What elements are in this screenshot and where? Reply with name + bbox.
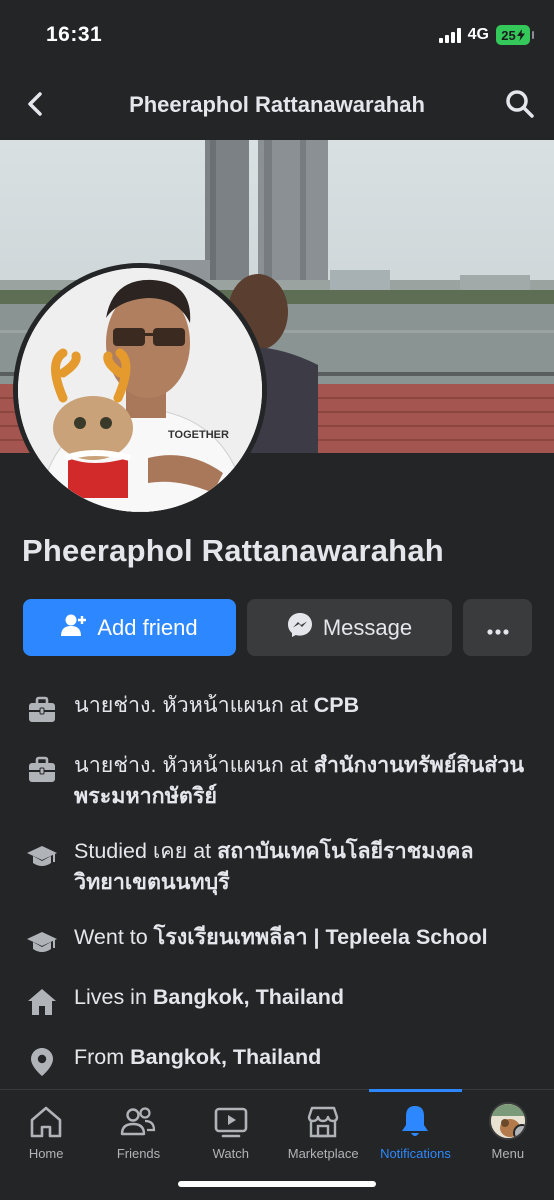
tab-menu[interactable]: Menu [462, 1090, 554, 1170]
header-title: Pheeraphol Rattanawarahah [129, 92, 425, 117]
tab-label: Marketplace [287, 1146, 359, 1161]
more-options-button[interactable] [463, 599, 532, 656]
status-indicators: 4G 25 [438, 25, 534, 45]
detail-prefix: From [74, 1045, 131, 1069]
battery-icon: 25 [496, 25, 534, 45]
signal-icon [438, 27, 461, 43]
detail-work-1: นายช่าง. หัวหน้าแผนก at CPB [26, 690, 536, 726]
tab-friends[interactable]: Friends [92, 1090, 184, 1170]
battery-level: 25 [501, 27, 516, 43]
home-indicator[interactable] [178, 1181, 376, 1187]
tab-watch[interactable]: Watch [185, 1090, 277, 1170]
tab-label: Menu [491, 1146, 525, 1161]
detail-education-2: Went to โรงเรียนเทพลีลา | Tepleela Schoo… [26, 922, 536, 958]
detail-prefix: Studied เคย at [74, 839, 218, 863]
svg-text:TOGETHER: TOGETHER [168, 429, 229, 441]
add-friend-icon [61, 613, 87, 643]
profile-name: Pheeraphol Rattanawarahah [22, 533, 444, 568]
graduation-cap-icon [26, 840, 58, 872]
messenger-icon [287, 612, 313, 644]
detail-text: นายช่าง. หัวหน้าแผนก at สำนักงานทรัพย์สิ… [74, 750, 536, 812]
detail-value[interactable]: Bangkok, Thailand [153, 985, 344, 1009]
message-label: Message [322, 614, 413, 640]
graduation-cap-icon [26, 926, 58, 958]
bottom-tab-bar: Home Friends Watch Marketplace Notificat… [0, 1089, 554, 1200]
tab-marketplace[interactable]: Marketplace [277, 1090, 369, 1170]
message-button[interactable]: Message [247, 599, 452, 656]
detail-value[interactable]: CPB [314, 693, 359, 717]
profile-actions: Add friend Message [23, 599, 532, 656]
detail-text: Studied เคย at สถาบันเทคโนโลยีราชมงคลวิท… [74, 836, 536, 898]
home-tab-icon [26, 1102, 66, 1142]
briefcase-icon [26, 694, 58, 726]
detail-prefix: Went to [74, 925, 154, 949]
home-icon [26, 986, 58, 1018]
tab-notifications[interactable]: Notifications [369, 1089, 462, 1170]
back-arrow-icon[interactable] [18, 86, 54, 122]
tab-label: Notifications [380, 1146, 451, 1161]
profile-header: Pheeraphol Rattanawarahah [0, 76, 554, 134]
profile-avatar[interactable]: TOGETHER [13, 263, 267, 517]
status-bar: 16:31 4G 25 [0, 0, 554, 70]
detail-value[interactable]: Bangkok, Thailand [130, 1045, 321, 1069]
tab-label: Friends [116, 1146, 161, 1161]
detail-prefix: Lives in [74, 985, 153, 1009]
tab-label: Home [28, 1146, 64, 1161]
marketplace-tab-icon [303, 1102, 343, 1142]
detail-lives-in: Lives in Bangkok, Thailand [26, 982, 536, 1018]
network-type: 4G [467, 26, 489, 43]
detail-text: นายช่าง. หัวหน้าแผนก at CPB [74, 690, 359, 721]
add-friend-label: Add friend [97, 614, 198, 640]
tab-label: Watch [212, 1146, 249, 1161]
detail-text: Went to โรงเรียนเทพลีลา | Tepleela Schoo… [74, 922, 488, 953]
more-dots-icon [486, 615, 509, 641]
menu-badge-icon [512, 1124, 525, 1138]
detail-education-1: Studied เคย at สถาบันเทคโนโลยีราชมงคลวิท… [26, 836, 536, 898]
profile-picture: TOGETHER [18, 268, 262, 512]
detail-value[interactable]: โรงเรียนเทพลีลา | Tepleela School [154, 925, 488, 949]
detail-work-2: นายช่าง. หัวหน้าแผนก at สำนักงานทรัพย์สิ… [26, 750, 536, 812]
detail-prefix: นายช่าง. หัวหน้าแผนก at [74, 693, 314, 717]
detail-text: From Bangkok, Thailand [74, 1042, 321, 1073]
menu-avatar [488, 1102, 527, 1140]
profile-details: นายช่าง. หัวหน้าแผนก at CPB นายช่าง. หัว… [26, 690, 536, 1102]
status-time: 16:31 [46, 23, 103, 46]
tab-home[interactable]: Home [0, 1090, 92, 1170]
detail-from: From Bangkok, Thailand [26, 1042, 536, 1078]
search-icon[interactable] [502, 86, 538, 122]
detail-text: Lives in Bangkok, Thailand [74, 982, 344, 1013]
location-pin-icon [26, 1046, 58, 1078]
add-friend-button[interactable]: Add friend [23, 599, 236, 656]
watch-tab-icon [211, 1102, 251, 1142]
briefcase-icon [26, 754, 58, 786]
friends-tab-icon [118, 1102, 158, 1142]
detail-prefix: นายช่าง. หัวหน้าแผนก at [74, 753, 314, 777]
bell-icon [395, 1102, 435, 1142]
